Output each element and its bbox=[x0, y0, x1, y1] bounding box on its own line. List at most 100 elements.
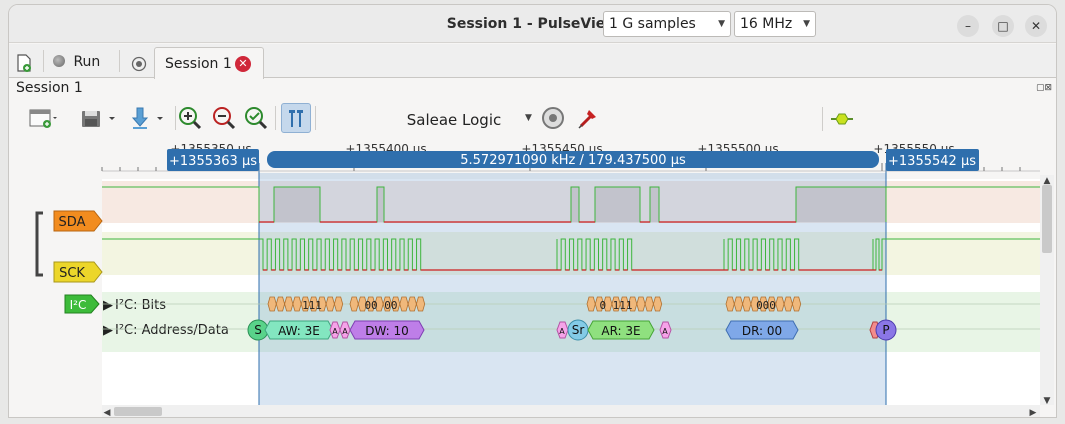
toolbar-separator bbox=[119, 50, 120, 72]
bit-cell[interactable] bbox=[275, 296, 286, 312]
record-settings-icon[interactable] bbox=[131, 56, 147, 80]
minimize-button[interactable]: – bbox=[957, 15, 979, 37]
cursor-span-bar[interactable]: 5.572971090 kHz / 179.437500 µs bbox=[267, 151, 879, 168]
bit-cell[interactable] bbox=[725, 296, 735, 312]
bit-cell[interactable] bbox=[415, 296, 426, 312]
horizontal-scrollbar-thumb[interactable] bbox=[114, 407, 162, 416]
probe-config-icon[interactable] bbox=[575, 105, 601, 131]
cursor-right-label: +1355542 µs bbox=[888, 154, 976, 169]
annotation-data-read[interactable]: DR: 00 bbox=[725, 320, 799, 340]
bit-cell[interactable] bbox=[325, 296, 335, 312]
bit-cell[interactable] bbox=[292, 296, 302, 312]
bit-cell[interactable] bbox=[791, 296, 802, 312]
cursor-span-label: 5.572971090 kHz / 179.437500 µs bbox=[460, 153, 686, 168]
decoder-row-bits-label: I²C: Bits bbox=[115, 298, 166, 313]
annotation-stop[interactable]: P bbox=[869, 319, 897, 341]
device-dropdown-arrow-icon[interactable]: ▼ bbox=[525, 113, 532, 123]
bits-text: 0 111 bbox=[599, 299, 632, 312]
bit-cell[interactable] bbox=[636, 296, 646, 312]
vertical-scrollbar-thumb[interactable] bbox=[1042, 185, 1052, 253]
bit-cell[interactable] bbox=[399, 296, 409, 312]
bit-cell[interactable] bbox=[349, 296, 359, 312]
open-file-icon[interactable] bbox=[27, 104, 57, 132]
zoom-out-icon[interactable] bbox=[211, 104, 237, 132]
annotation-data-write[interactable]: DW: 10 bbox=[349, 320, 425, 340]
bit-cell[interactable] bbox=[586, 296, 596, 312]
dock-float-close-icons[interactable]: ▢⊠ bbox=[1036, 83, 1052, 93]
session-dock-title: Session 1 bbox=[16, 80, 83, 96]
new-session-icon[interactable] bbox=[15, 53, 33, 77]
bit-cell[interactable] bbox=[333, 296, 344, 312]
close-button[interactable]: ✕ bbox=[1025, 15, 1047, 37]
run-label: Run bbox=[73, 54, 101, 70]
sck-channel-label[interactable]: SCK bbox=[53, 261, 103, 283]
bits-text: 00 00 bbox=[364, 299, 397, 312]
main-window: Session 1 - PulseView – □ ✕ Run Session … bbox=[8, 4, 1057, 418]
vertical-scrollbar[interactable]: ▲ ▼ bbox=[1040, 175, 1054, 406]
bit-cell[interactable] bbox=[284, 296, 294, 312]
scroll-right-icon[interactable]: ▶ bbox=[1030, 408, 1037, 418]
bit-cell[interactable] bbox=[733, 296, 744, 312]
svg-text:A: A bbox=[342, 327, 348, 336]
bits-text: 111 bbox=[302, 299, 322, 312]
bit-cell[interactable] bbox=[652, 296, 663, 312]
show-cursors-button[interactable] bbox=[281, 103, 311, 133]
bit-cell[interactable] bbox=[783, 296, 793, 312]
scroll-down-icon[interactable]: ▼ bbox=[1044, 396, 1051, 406]
toolbar-separator bbox=[315, 106, 316, 130]
bit-cell[interactable] bbox=[775, 296, 785, 312]
decoder-row-expand-icon[interactable]: ▶ bbox=[103, 323, 113, 338]
cursor-right-flag[interactable]: +1355542 µs bbox=[886, 149, 979, 171]
tab-session-1[interactable]: Session 1 ✕ bbox=[154, 47, 264, 79]
bit-cell[interactable] bbox=[742, 296, 752, 312]
window-title: Session 1 - PulseView bbox=[446, 16, 619, 32]
svg-text:AW: 3E: AW: 3E bbox=[278, 324, 320, 338]
zoom-fit-icon[interactable] bbox=[243, 104, 269, 132]
annotation-ack[interactable]: A bbox=[556, 321, 569, 339]
svg-text:Sr: Sr bbox=[572, 323, 585, 337]
svg-text:DR: 00: DR: 00 bbox=[742, 324, 782, 338]
decoder-row-expand-icon[interactable]: ▶ bbox=[103, 298, 113, 313]
svg-text:P: P bbox=[882, 323, 889, 337]
sample-count-select[interactable]: 1 G samples ▼ bbox=[603, 11, 731, 37]
device-config-icon[interactable] bbox=[540, 105, 566, 131]
trace-viewport[interactable]: +1355350 µs +1355400 µs +1355450 µs +135… bbox=[9, 137, 1057, 418]
scroll-left-icon[interactable]: ◀ bbox=[104, 408, 111, 418]
toolbar-separator bbox=[275, 106, 276, 130]
channel-config-icon[interactable] bbox=[830, 108, 854, 130]
svg-text:DW: 10: DW: 10 bbox=[365, 324, 409, 338]
sample-rate-select[interactable]: 16 MHz ▼ bbox=[734, 11, 816, 37]
chevron-down-icon: ▼ bbox=[803, 19, 810, 29]
cursor-left-flag[interactable]: +1355363 µs bbox=[167, 149, 259, 171]
svg-text:SDA: SDA bbox=[59, 215, 86, 230]
tab-label: Session 1 bbox=[165, 56, 232, 72]
bit-cell[interactable] bbox=[644, 296, 654, 312]
add-decoder-icon[interactable] bbox=[127, 104, 167, 132]
annotation-address-write[interactable]: AW: 3E bbox=[264, 320, 334, 340]
svg-text:A: A bbox=[662, 327, 668, 336]
tab-bar: Run Session 1 ✕ bbox=[9, 44, 1056, 80]
run-indicator-icon bbox=[53, 55, 65, 67]
bit-cell[interactable] bbox=[267, 296, 277, 312]
annotation-address-read[interactable]: AR: 3E bbox=[587, 320, 655, 340]
sample-rate-value: 16 MHz bbox=[740, 16, 793, 32]
decoder-row-address-label: I²C: Address/Data bbox=[115, 323, 229, 338]
maximize-button[interactable]: □ bbox=[992, 15, 1014, 37]
sda-channel-label[interactable]: SDA bbox=[53, 210, 103, 232]
svg-text:I²C: I²C bbox=[70, 298, 87, 312]
run-button[interactable]: Run bbox=[53, 50, 123, 74]
title-bar: Session 1 - PulseView – □ ✕ bbox=[9, 5, 1056, 43]
annotation-restart[interactable]: Sr bbox=[567, 319, 589, 341]
device-selector[interactable]: Saleae Logic bbox=[369, 111, 539, 129]
cursor-left-label: +1355363 µs bbox=[169, 154, 257, 169]
cursor-markers-icon bbox=[289, 110, 303, 127]
horizontal-scrollbar[interactable]: ◀ ▶ bbox=[102, 405, 1040, 418]
save-icon[interactable] bbox=[79, 104, 119, 132]
toolbar-separator bbox=[43, 50, 44, 72]
bit-cell[interactable] bbox=[407, 296, 417, 312]
zoom-in-icon[interactable] bbox=[177, 104, 203, 132]
tab-close-icon[interactable]: ✕ bbox=[235, 56, 251, 72]
annotation-ack[interactable]: A bbox=[659, 321, 672, 339]
i2c-decoder-label[interactable]: I²C bbox=[64, 294, 100, 314]
scroll-up-icon[interactable]: ▲ bbox=[1044, 176, 1051, 186]
